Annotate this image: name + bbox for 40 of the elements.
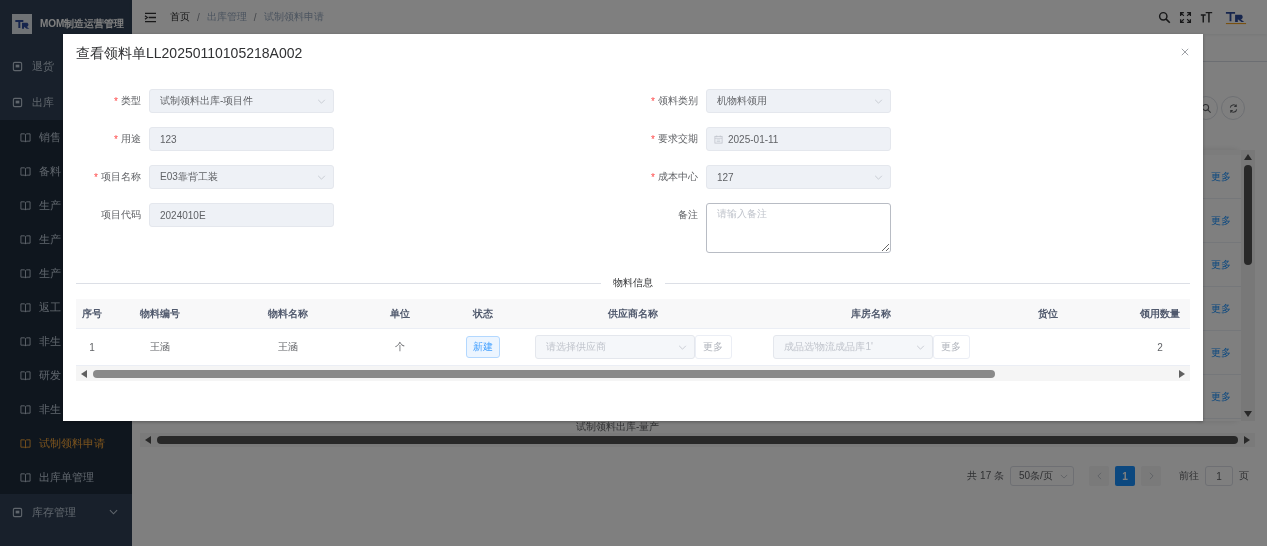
menu-group-label: 退货 [32, 58, 54, 74]
required-mark: * [114, 95, 118, 107]
column-header: 领用数量 [1140, 307, 1180, 319]
column-header: 供应商名称 [608, 307, 658, 319]
field-label: 项目代码 [101, 208, 141, 222]
required-mark: * [651, 133, 655, 145]
app-title: MOM制造运营管理 [40, 17, 125, 31]
table-cell: 王涵 [278, 340, 298, 354]
required-mark: * [651, 171, 655, 183]
field-label: 备注 [678, 208, 698, 222]
required-mark: * [651, 95, 655, 107]
status-tag: 新建 [466, 336, 500, 358]
page-suffix: 页 [1239, 469, 1249, 483]
column-header: 状态 [473, 307, 493, 319]
column-header: 单位 [390, 307, 410, 319]
breadcrumb-separator: / [253, 11, 257, 23]
table-cell: 试制领料出库-量产 [576, 421, 660, 433]
field-label: 项目名称 [101, 170, 141, 184]
total-count: 共 17 条 [967, 469, 1004, 483]
field-label: 领料类别 [658, 94, 698, 108]
column-header: 库房名称 [851, 307, 891, 319]
menu-group-label: 出库 [32, 94, 54, 110]
required-mark: * [94, 171, 98, 183]
field-label: 类型 [121, 94, 141, 108]
field-label: 成本中心 [658, 170, 698, 184]
column-header: 物料编号 [140, 307, 180, 319]
required-mark: * [114, 133, 118, 145]
goto-label: 前往 [1179, 469, 1199, 483]
column-header: 序号 [82, 307, 102, 319]
table-cell: 1 [89, 341, 95, 353]
breadcrumb-separator: / [197, 11, 200, 23]
field-label: 要求交期 [658, 132, 698, 146]
table-cell: 2 [1157, 341, 1163, 353]
dialog-title: 查看领料单LL20250110105218A002 [76, 45, 303, 63]
section-title: 物料信息 [613, 276, 653, 290]
table-cell: 王涵 [150, 340, 170, 354]
column-header: 货位 [1038, 307, 1058, 319]
field-label: 用途 [121, 132, 141, 146]
table-cell: 个 [395, 340, 405, 354]
column-header: 物料名称 [268, 307, 308, 319]
